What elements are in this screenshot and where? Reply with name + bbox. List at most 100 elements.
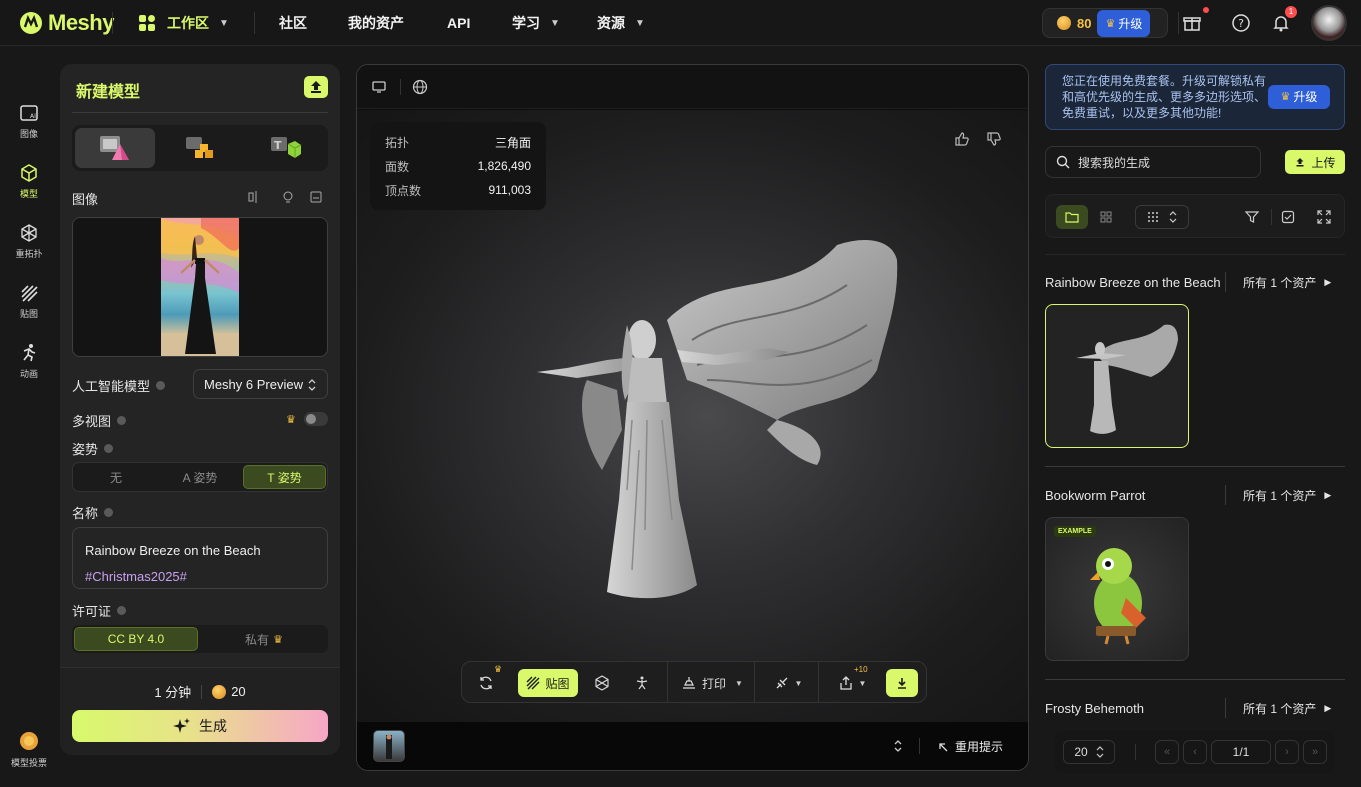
nav-api[interactable]: API: [447, 0, 470, 46]
view-all-link[interactable]: 所有 1 个资产 ▶: [1225, 698, 1331, 718]
image-dropzone[interactable]: [72, 217, 328, 357]
sidebar-item-model-vote[interactable]: 模型投票: [0, 730, 58, 769]
crop-icon[interactable]: [247, 190, 261, 204]
divider: [201, 684, 203, 699]
meshy-logo[interactable]: Meshy: [18, 10, 114, 36]
view-all-link[interactable]: 所有 1 个资产 ▶: [1225, 272, 1331, 292]
ai-model-select[interactable]: Meshy 6 Preview: [193, 369, 328, 399]
upgrade-button[interactable]: ♛ 升级: [1097, 9, 1151, 37]
sidebar-item-texture[interactable]: 贴图: [0, 283, 58, 320]
divider: [1045, 679, 1345, 680]
page-input[interactable]: 1/1: [1211, 740, 1271, 764]
filter-button[interactable]: [1240, 205, 1264, 229]
sidebar: AI 图像 模型 重拓扑 贴图 动画 模型投票: [0, 47, 58, 787]
last-page-button[interactable]: »: [1303, 740, 1327, 764]
image-ai-icon: AI: [20, 105, 38, 121]
generate-button[interactable]: 生成: [72, 710, 328, 742]
tab-image-to-3d[interactable]: [75, 128, 155, 168]
reuse-prompt-button[interactable]: 重用提示: [937, 738, 1003, 755]
folder-view-button[interactable]: [1056, 205, 1088, 229]
chevron-right-icon: ▶: [1324, 276, 1332, 287]
search-input[interactable]: 搜索我的生成: [1045, 146, 1261, 178]
ai-model-value: Meshy 6 Preview: [204, 376, 303, 392]
stat-label: 顶点数: [385, 183, 422, 198]
folder-icon: [1065, 212, 1079, 223]
thumbs-up-icon[interactable]: [954, 131, 970, 147]
pose-option-t[interactable]: T 姿势: [243, 465, 326, 489]
license-private-label: 私有: [245, 632, 270, 647]
nav-my-assets[interactable]: 我的资产: [348, 0, 404, 46]
nav-community[interactable]: 社区: [279, 0, 307, 46]
select-button[interactable]: [1276, 205, 1300, 229]
chevron-right-icon: ▶: [1324, 489, 1332, 500]
updown-chevron-icon[interactable]: [893, 739, 903, 753]
grid-density-select[interactable]: [1135, 205, 1189, 229]
list-icon[interactable]: [309, 190, 323, 204]
help-icon[interactable]: ?: [1231, 13, 1251, 33]
sparkle-icon: [173, 718, 190, 733]
pose-option-a[interactable]: A 姿势: [159, 465, 241, 489]
divider: [1045, 254, 1345, 255]
promo-upgrade-button[interactable]: ♛ 升级: [1268, 85, 1330, 109]
double-chevron-right-icon: »: [1311, 746, 1319, 758]
nav-label: 社区: [279, 15, 307, 31]
nav-resources[interactable]: 资源 ▼: [597, 0, 645, 46]
model-viewer: 拓扑 三角面 面数 1,826,490 顶点数 911,003 ♛ 贴图 打印 …: [356, 64, 1029, 771]
tab-text-to-3d[interactable]: T: [245, 128, 325, 168]
retopology-button[interactable]: [588, 669, 616, 697]
image-label-text: 图像: [72, 192, 99, 207]
view-all-link[interactable]: 所有 1 个资产 ▶: [1225, 485, 1331, 505]
pose-option-none[interactable]: 无: [75, 465, 157, 489]
stat-vertices: 顶点数 911,003: [385, 178, 531, 202]
gift-icon[interactable]: [1182, 13, 1202, 33]
sidebar-item-image[interactable]: AI 图像: [0, 103, 58, 140]
user-avatar[interactable]: [1311, 5, 1347, 41]
expand-button[interactable]: [1312, 205, 1336, 229]
first-page-button[interactable]: «: [1155, 740, 1179, 764]
search-icon: [1056, 155, 1070, 169]
sidebar-item-animation[interactable]: 动画: [0, 343, 58, 380]
upload-label: 上传: [1311, 155, 1336, 170]
sidebar-item-model[interactable]: 模型: [0, 163, 58, 200]
thumbs-down-icon[interactable]: [986, 131, 1002, 147]
retopology-icon: [21, 224, 37, 242]
next-page-button[interactable]: ›: [1275, 740, 1299, 764]
sidebar-item-retopology[interactable]: 重拓扑: [0, 223, 58, 260]
license-cc-by[interactable]: CC BY 4.0: [74, 627, 198, 651]
license-private[interactable]: 私有 ♛: [202, 627, 326, 651]
info-icon: [104, 508, 114, 517]
per-page-select[interactable]: 20: [1063, 740, 1115, 764]
grid-view-button[interactable]: [1092, 205, 1120, 229]
upload-button[interactable]: 上传: [1285, 150, 1345, 174]
globe-icon[interactable]: [412, 79, 428, 95]
lightbulb-icon[interactable]: [281, 190, 295, 204]
sidebar-label: 重拓扑: [15, 249, 43, 259]
time-estimate: 1 分钟: [154, 685, 192, 700]
texture-button[interactable]: 贴图: [518, 669, 578, 697]
multiview-toggle[interactable]: [304, 412, 328, 426]
reuse-prompt-label: 重用提示: [955, 740, 1004, 754]
prev-page-button[interactable]: ‹: [1183, 740, 1207, 764]
tab-multi-image-to-3d[interactable]: [160, 128, 240, 168]
nav-learn[interactable]: 学习 ▼: [512, 0, 560, 46]
model-name-field[interactable]: Rainbow Breeze on the Beach #Christmas20…: [72, 527, 328, 589]
monitor-icon[interactable]: [371, 80, 387, 94]
brush-icon: [776, 677, 787, 689]
remesh-button[interactable]: ▼: [768, 669, 808, 697]
rig-button[interactable]: [628, 669, 656, 697]
3d-viewport[interactable]: 拓扑 三角面 面数 1,826,490 顶点数 911,003 ♛ 贴图 打印 …: [357, 110, 1028, 722]
generations-panel: 您正在使用免费套餐。升级可解锁私有和高优先级的生成、更多多边形选项、免费重试，以…: [1045, 64, 1345, 787]
texture-label: 贴图: [545, 676, 570, 691]
nav-workspace[interactable]: 工作区 ▼: [137, 0, 229, 46]
input-thumbnail[interactable]: [373, 730, 405, 762]
per-page-value: 20: [1074, 745, 1088, 759]
stat-value: 911,003: [488, 183, 532, 197]
asset-card[interactable]: EXAMPLE: [1045, 517, 1189, 661]
view-all-label: 所有 1 个资产: [1243, 701, 1317, 716]
download-button[interactable]: [886, 669, 918, 697]
free-plan-banner: 您正在使用免费套餐。升级可解锁私有和高优先级的生成、更多多边形选项、免费重试，以…: [1045, 64, 1345, 130]
print-button[interactable]: 打印 ▼: [680, 669, 744, 697]
asset-card-selected[interactable]: [1045, 304, 1189, 448]
credit-coin-icon: [1057, 16, 1071, 30]
upload-image-button[interactable]: [304, 76, 328, 98]
